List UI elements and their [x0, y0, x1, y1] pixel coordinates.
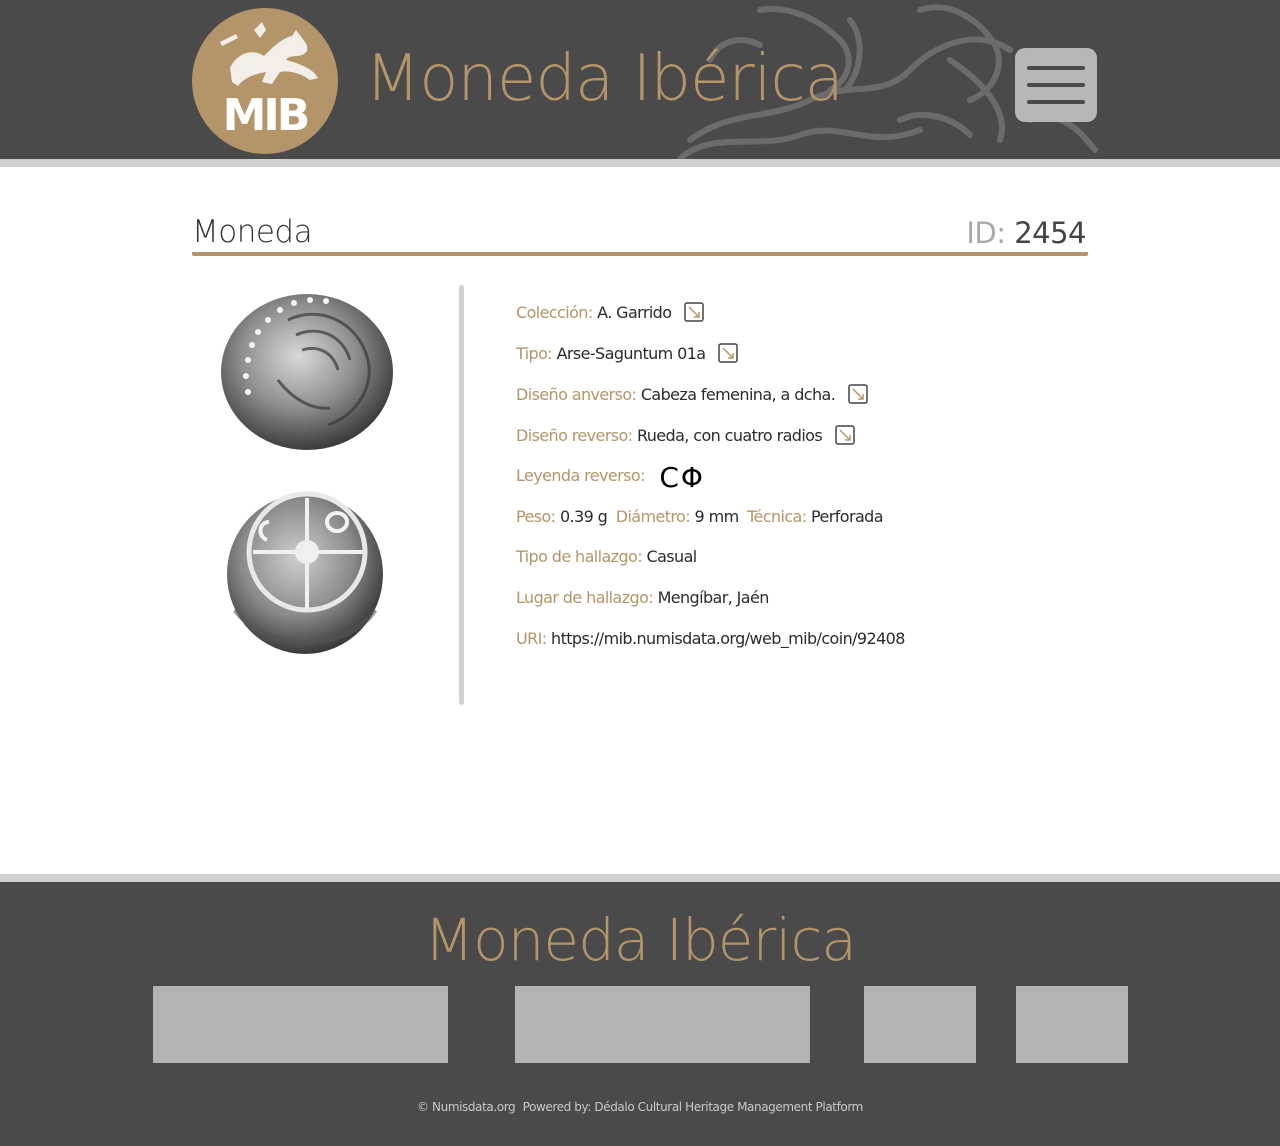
- field-lugar-hallazgo: Lugar de hallazgo: Mengíbar, Jaén: [516, 588, 773, 616]
- field-value[interactable]: A. Garrido: [597, 303, 672, 322]
- site-title[interactable]: Moneda Ibérica: [365, 42, 844, 116]
- id-value: 2454: [1014, 216, 1086, 250]
- record-id: ID: 2454: [966, 216, 1086, 250]
- external-link-icon[interactable]: [847, 384, 868, 404]
- hamburger-menu-icon: [1027, 66, 1085, 70]
- field-diseno-anverso: Diseño anverso: Cabeza femenina, a dcha.: [516, 384, 868, 412]
- field-label: Leyenda reverso:: [516, 466, 645, 485]
- field-label: Diseño reverso:: [516, 426, 633, 445]
- field-value[interactable]: Arse-Saguntum 01a: [557, 344, 707, 363]
- field-label: Tipo de hallazgo:: [516, 547, 643, 566]
- site-footer: Moneda Ibérica © Numisdata.org Powered b…: [0, 874, 1280, 1146]
- external-link-icon[interactable]: [834, 425, 855, 445]
- coin-obverse-photo[interactable]: [218, 290, 396, 454]
- field-diseno-reverso: Diseño reverso: Rueda, con cuatro radios: [516, 425, 855, 453]
- logo-monogram: MIB: [222, 90, 311, 141]
- field-value: Mengíbar, Jaén: [657, 588, 770, 607]
- field-label-tecnica: Técnica:: [747, 507, 807, 526]
- site-header: MIB Moneda Ibérica: [0, 0, 1280, 167]
- field-value-peso: 0.39 g: [559, 507, 608, 526]
- coin-reverse-photo[interactable]: [225, 490, 387, 658]
- footer-credit: © Numisdata.org Powered by: Dédalo Cultu…: [0, 1100, 1280, 1114]
- field-value: Casual: [646, 547, 698, 566]
- field-uri: URI: https://mib.numisdata.org/web_mib/c…: [516, 629, 909, 657]
- field-tipo: Tipo: Arse-Saguntum 01a: [516, 343, 738, 371]
- copyright-link[interactable]: © Numisdata.org: [417, 1100, 516, 1114]
- field-coleccion: Colección: A. Garrido: [516, 302, 704, 330]
- external-link-icon[interactable]: [718, 343, 738, 363]
- footer-partner-logo-3[interactable]: [864, 986, 976, 1063]
- field-tipo-hallazgo: Tipo de hallazgo: Casual: [516, 547, 701, 575]
- field-label: Lugar de hallazgo:: [516, 588, 654, 607]
- field-leyenda-reverso: Leyenda reverso: ϹΦ: [516, 461, 705, 494]
- powered-by-link[interactable]: Powered by: Dédalo Cultural Heritage Man…: [523, 1100, 864, 1114]
- field-value[interactable]: Rueda, con cuatro radios: [637, 426, 823, 445]
- field-value[interactable]: Cabeza femenina, a dcha.: [641, 385, 836, 404]
- footer-partner-logo-1[interactable]: [153, 986, 448, 1063]
- page-title-bar: Moneda ID: 2454: [192, 212, 1088, 256]
- site-logo[interactable]: MIB: [192, 8, 338, 154]
- field-label: Tipo:: [516, 344, 553, 363]
- external-link-icon[interactable]: [684, 302, 704, 322]
- legend-glyphs: ϹΦ: [659, 461, 705, 494]
- footer-partner-logo-4[interactable]: [1016, 986, 1128, 1063]
- footer-title: Moneda Ibérica: [424, 906, 857, 974]
- field-value-diametro: 9 mm: [694, 507, 740, 526]
- content-divider: [459, 285, 464, 705]
- field-label: Diseño anverso:: [516, 385, 637, 404]
- footer-partner-logo-2[interactable]: [515, 986, 810, 1063]
- uri-link[interactable]: https://mib.numisdata.org/web_mib/coin/9…: [551, 629, 905, 648]
- field-label: Colección:: [516, 303, 593, 322]
- menu-button[interactable]: [1015, 48, 1097, 122]
- id-label: ID:: [966, 216, 1006, 250]
- field-medidas: Peso: 0.39 g Diámetro: 9 mm Técnica: Per…: [516, 507, 887, 535]
- page-title: Moneda: [192, 214, 313, 250]
- field-value-tecnica: Perforada: [811, 507, 883, 526]
- field-label-peso: Peso:: [516, 507, 556, 526]
- field-label: URI:: [516, 629, 547, 648]
- field-label-diametro: Diámetro:: [615, 507, 691, 526]
